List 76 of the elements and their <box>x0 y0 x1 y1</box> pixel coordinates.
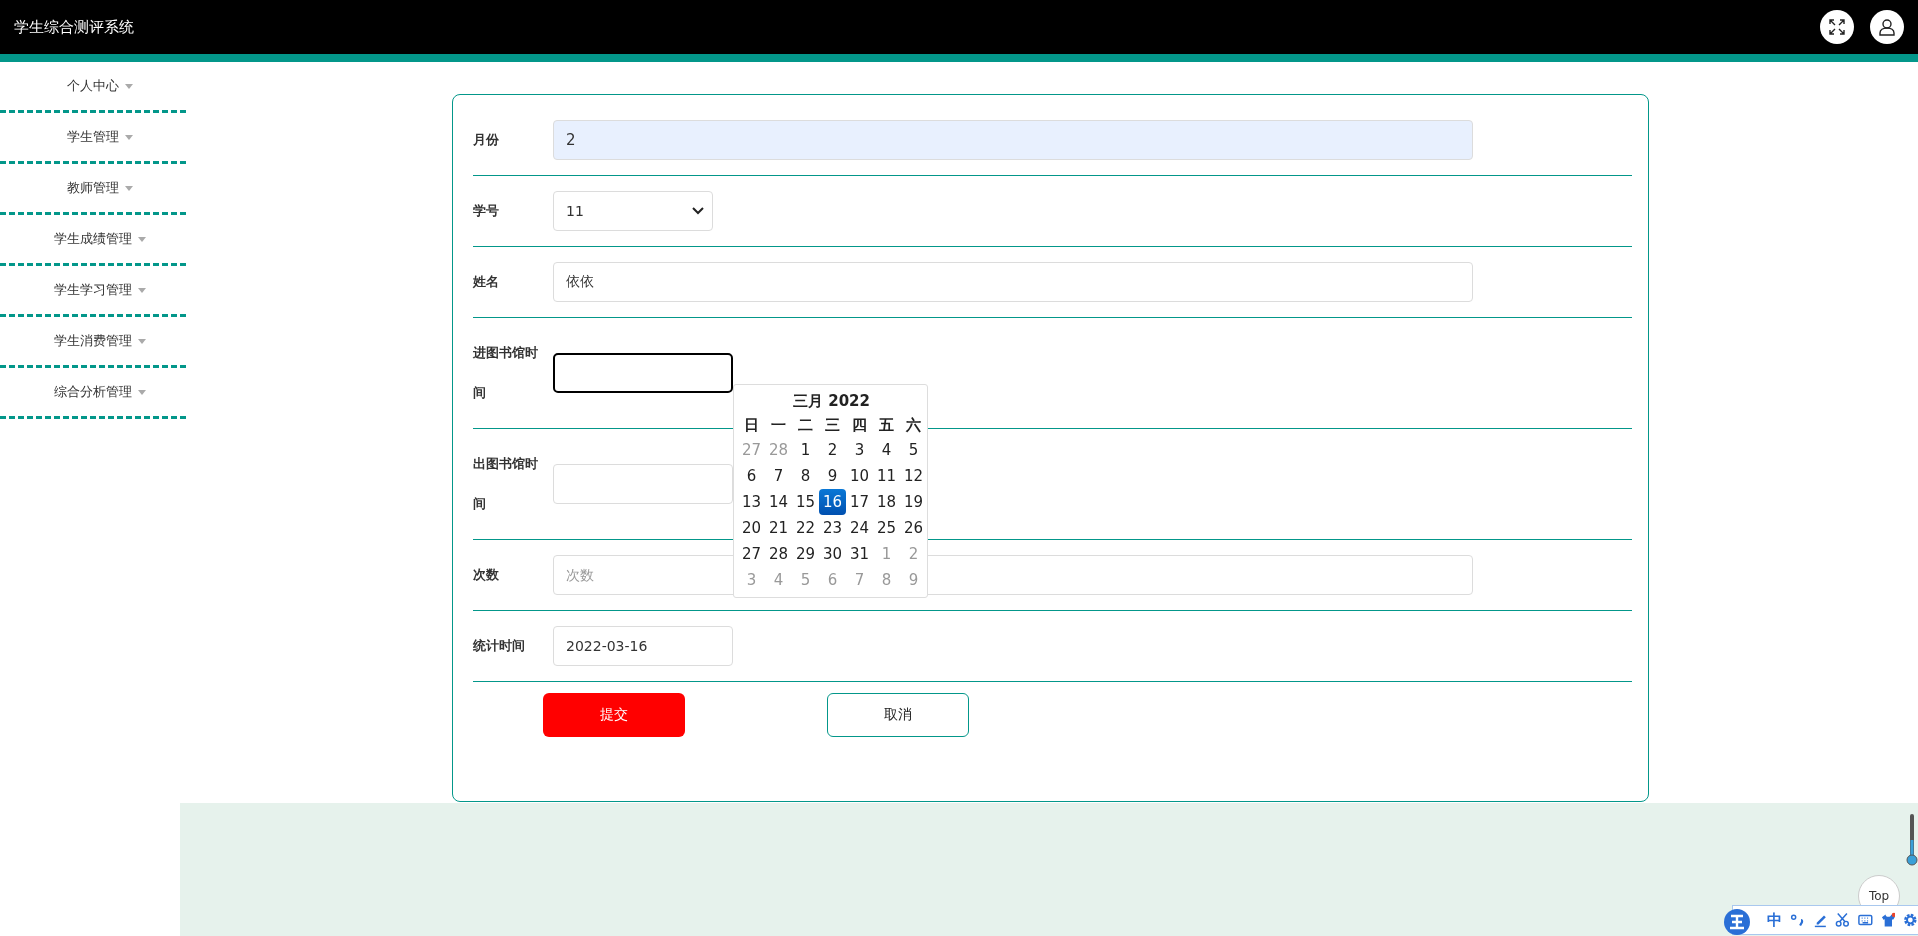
calendar-day[interactable]: 16 <box>819 489 846 515</box>
calendar-day[interactable]: 14 <box>765 489 792 515</box>
ime-logo-icon[interactable] <box>1723 908 1751 936</box>
calendar-day[interactable]: 24 <box>846 515 873 541</box>
sidebar-menu-item[interactable]: 个人中心 <box>0 62 186 113</box>
caret-icon <box>138 338 146 344</box>
calendar-month-title: 三月 2022 <box>792 391 871 412</box>
field-label: 出图书馆时间 <box>473 455 539 513</box>
caret-icon <box>138 236 146 242</box>
user-icon <box>1878 18 1896 36</box>
weekday-label: 四 <box>851 415 868 436</box>
calendar-day[interactable]: 9 <box>819 463 846 489</box>
app-title: 学生综合测评系统 <box>14 17 134 37</box>
calendar-day[interactable]: 3 <box>846 437 873 463</box>
input-mode-toggle[interactable]: 中 <box>1767 910 1782 930</box>
date-field[interactable] <box>553 353 733 393</box>
text-field[interactable]: 2 <box>553 120 1473 160</box>
calendar-day[interactable]: 1 <box>792 437 819 463</box>
field-label: 月份 <box>473 131 500 149</box>
calendar-day[interactable]: 26 <box>900 515 927 541</box>
shirt-icon[interactable] <box>1880 912 1896 928</box>
field-label: 进图书馆时间 <box>473 344 539 402</box>
calendar-day[interactable]: 6 <box>738 463 765 489</box>
weekday-label: 五 <box>878 415 895 436</box>
submit-button[interactable]: 提交 <box>543 693 685 737</box>
caret-icon <box>138 389 146 395</box>
calendar-day[interactable]: 8 <box>792 463 819 489</box>
date-field[interactable]: 2022-03-16 <box>553 626 733 666</box>
calendar-day[interactable]: 21 <box>765 515 792 541</box>
calendar-day[interactable]: 13 <box>738 489 765 515</box>
calendar-day[interactable]: 5 <box>900 437 927 463</box>
punctuation-icon[interactable] <box>1790 912 1805 928</box>
calendar-day[interactable]: 4 <box>873 437 900 463</box>
weekday-label: 三 <box>824 415 841 436</box>
sidebar-menu-item[interactable]: 学生学习管理 <box>0 266 186 317</box>
calendar-day[interactable]: 23 <box>819 515 846 541</box>
cancel-button[interactable]: 取消 <box>827 693 969 737</box>
field-label: 学号 <box>473 202 500 220</box>
user-button[interactable] <box>1870 10 1904 44</box>
keyboard-icon[interactable] <box>1858 912 1873 928</box>
calendar-day[interactable]: 11 <box>873 463 900 489</box>
sidebar-menu-item[interactable]: 学生管理 <box>0 113 186 164</box>
weekday-label: 二 <box>797 415 814 436</box>
weekday-label: 六 <box>905 415 922 436</box>
calendar-day[interactable]: 15 <box>792 489 819 515</box>
fullscreen-button[interactable] <box>1820 10 1854 44</box>
caret-icon <box>138 287 146 293</box>
text-field[interactable]: 依依 <box>553 262 1473 302</box>
caret-icon <box>125 83 133 89</box>
weekday-label: 一 <box>770 415 787 436</box>
sidebar-menu-item[interactable]: 综合分析管理 <box>0 368 186 419</box>
chevron-down-icon <box>692 207 704 215</box>
calendar-day[interactable]: 12 <box>900 463 927 489</box>
settings-icon[interactable] <box>1903 912 1918 928</box>
thermometer-icon <box>1906 814 1918 866</box>
calendar-day[interactable]: 2 <box>819 437 846 463</box>
sidebar-menu-item[interactable]: 学生消费管理 <box>0 317 186 368</box>
student-id-select[interactable]: 11 <box>553 191 713 231</box>
calendar-day[interactable]: 19 <box>900 489 927 515</box>
sidebar-menu-item[interactable]: 教师管理 <box>0 164 186 215</box>
weekday-label: 日 <box>743 415 760 436</box>
calendar-day[interactable]: 7 <box>765 463 792 489</box>
expand-arrows-icon <box>1828 18 1846 36</box>
sidebar-menu-item[interactable]: 学生成绩管理 <box>0 215 186 266</box>
caret-icon <box>125 134 133 140</box>
calendar-day[interactable]: 22 <box>792 515 819 541</box>
caret-icon <box>125 185 133 191</box>
calendar-day[interactable]: 10 <box>846 463 873 489</box>
calendar-day[interactable]: 17 <box>846 489 873 515</box>
calendar-day[interactable]: 25 <box>873 515 900 541</box>
field-label: 次数 <box>473 566 500 584</box>
calendar-day[interactable]: 20 <box>738 515 765 541</box>
field-label: 姓名 <box>473 273 500 291</box>
calendar-day[interactable]: 18 <box>873 489 900 515</box>
field-label: 统计时间 <box>473 637 526 655</box>
scissors-icon[interactable] <box>1835 912 1850 928</box>
